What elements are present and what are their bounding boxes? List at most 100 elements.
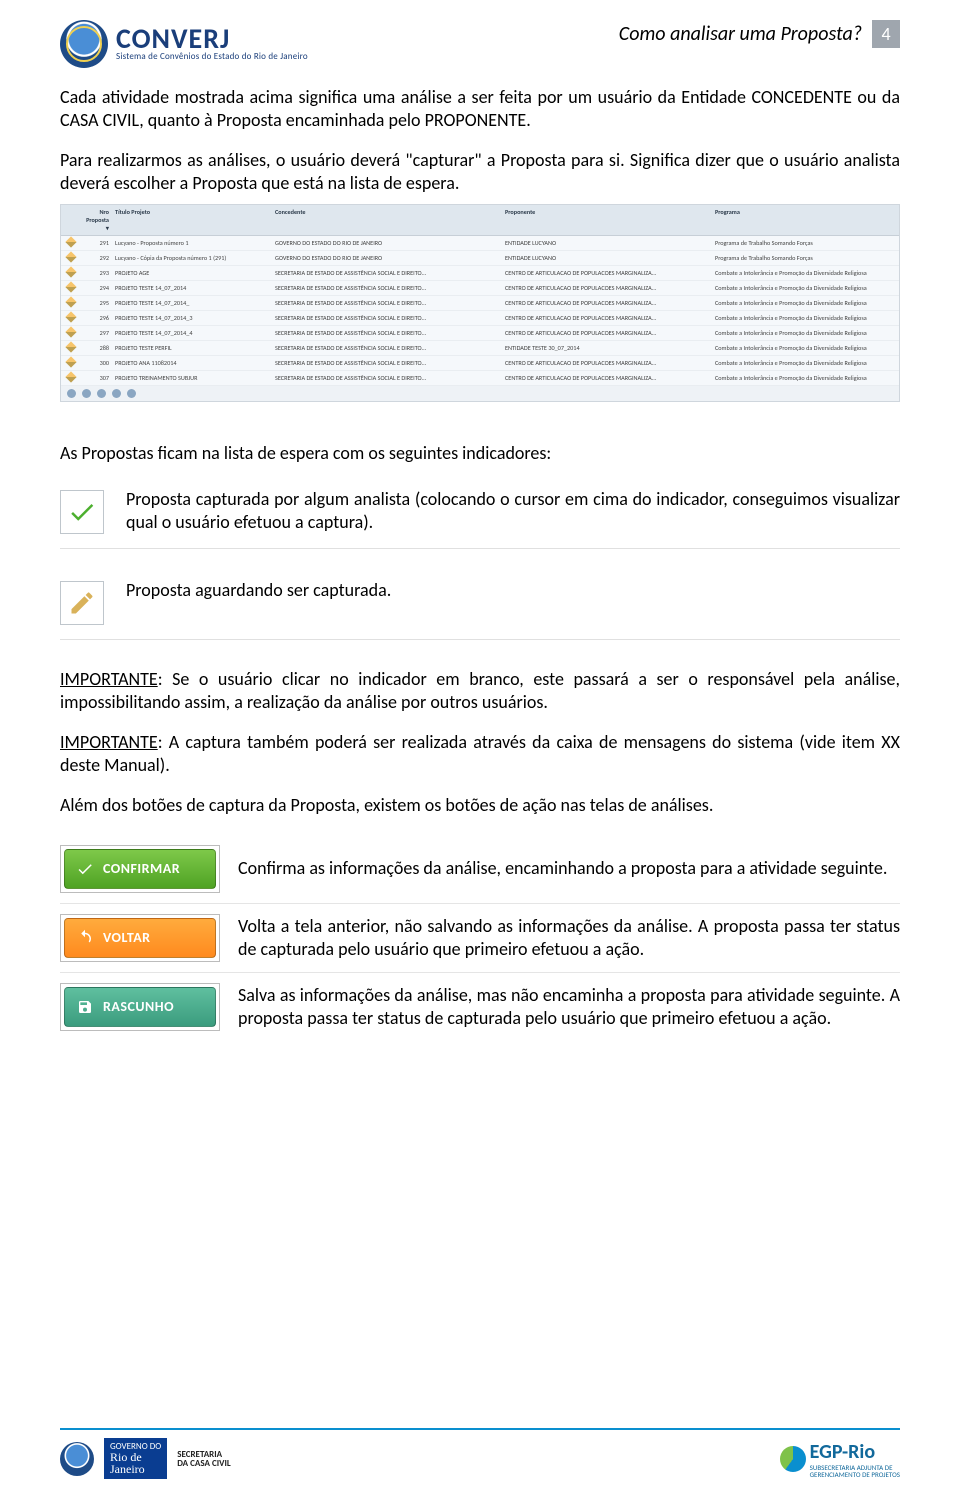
cell-proponente: CENTRO DE ARTICULACAO DE POPULACOES MARG…: [505, 359, 715, 367]
action-buttons-section: CONFIRMAR Confirma as informações da aná…: [60, 835, 900, 1041]
table-header-row: Nro Proposta ▾ Título Projeto Concedente…: [61, 205, 899, 236]
confirm-label: CONFIRMAR: [103, 860, 180, 877]
confirm-button-image: CONFIRMAR: [60, 845, 220, 893]
edit-pencil-icon: [65, 341, 76, 352]
col-programa: Programa: [715, 208, 893, 232]
cell-programa: Combate a Intolerância e Promoção da Div…: [715, 314, 893, 322]
pager-first-icon: [67, 389, 76, 398]
header-right: Como analisar uma Proposta? 4: [619, 20, 900, 48]
cell-concedente: GOVERNO DO ESTADO DO RIO DE JANEIRO: [275, 254, 505, 262]
footer-casa-civil: SECRETARIA DA CASA CIVIL: [177, 1450, 231, 1468]
important-label-1: IMPORTANTE: [60, 668, 158, 690]
table-row: 307PROJETO TREINAMENTO SUBJURSECRETARIA …: [61, 371, 899, 386]
cell-nro: 295: [85, 299, 115, 307]
egp-sub2: GERENCIAMENTO DE PROJETOS: [810, 1471, 900, 1478]
cell-programa: Programa de Trabalho Somando Forças: [715, 239, 893, 247]
cell-nro: 296: [85, 314, 115, 322]
cell-proponente: CENTRO DE ARTICULACAO DE POPULACOES MARG…: [505, 269, 715, 277]
cell-titulo: Lucyano - Cópia da Proposta número 1 (29…: [115, 254, 275, 262]
cell-programa: Combate a Intolerância e Promoção da Div…: [715, 344, 893, 352]
draft-button-image: RASCUNHO: [60, 983, 220, 1031]
cell-programa: Combate a Intolerância e Promoção da Div…: [715, 284, 893, 292]
col-proponente: Proponente: [505, 208, 715, 232]
cell-nro: 293: [85, 269, 115, 277]
logo-text: CONVERJ Sistema de Convênios do Estado d…: [116, 26, 308, 62]
indicators-heading: As Propostas ficam na lista de espera co…: [60, 442, 900, 464]
action-confirm: CONFIRMAR Confirma as informações da aná…: [60, 835, 900, 903]
cell-concedente: SECRETARIA DE ESTADO DE ASSISTÊNCIA SOCI…: [275, 329, 505, 337]
action-back: VOLTAR Volta a tela anterior, não salvan…: [60, 903, 900, 972]
cell-nro: 288: [85, 344, 115, 352]
cell-proponente: CENTRO DE ARTICULACAO DE POPULACOES MARG…: [505, 374, 715, 382]
table-row: 295PROJETO TESTE 14_07_2014_SECRETARIA D…: [61, 296, 899, 311]
check-white-icon: [75, 859, 95, 879]
cell-titulo: PROJETO AGE: [115, 269, 275, 277]
egp-name: EGP-Rio: [810, 1440, 900, 1464]
important-p1: IMPORTANTE: Se o usuário clicar no indic…: [60, 668, 900, 713]
page-header: CONVERJ Sistema de Convênios do Estado d…: [60, 20, 900, 68]
table-pager: [61, 386, 899, 401]
cell-concedente: SECRETARIA DE ESTADO DE ASSISTÊNCIA SOCI…: [275, 314, 505, 322]
cell-proponente: ENTIDADE LUCYANO: [505, 239, 715, 247]
intro-text: Cada atividade mostrada acima significa …: [60, 86, 900, 194]
cell-nro: 294: [85, 284, 115, 292]
indicator-captured-text: Proposta capturada por algum analista (c…: [126, 488, 900, 533]
cell-nro: 291: [85, 239, 115, 247]
cell-proponente: ENTIDADE LUCYANO: [505, 254, 715, 262]
egp-mark-icon: [780, 1446, 806, 1472]
draft-label: RASCUNHO: [103, 998, 174, 1015]
important-p3: Além dos botões de captura da Proposta, …: [60, 794, 900, 817]
table-row: 293PROJETO AGESECRETARIA DE ESTADO DE AS…: [61, 266, 899, 281]
cell-programa: Programa de Trabalho Somando Forças: [715, 254, 893, 262]
col-titulo: Título Projeto: [115, 208, 275, 232]
check-icon: [60, 490, 104, 534]
page-number-badge: 4: [872, 20, 900, 48]
cell-programa: Combate a Intolerância e Promoção da Div…: [715, 359, 893, 367]
cell-proponente: CENTRO DE ARTICULACAO DE POPULACOES MARG…: [505, 329, 715, 337]
logo-block: CONVERJ Sistema de Convênios do Estado d…: [60, 20, 308, 68]
state-seal-icon: [60, 20, 108, 68]
cell-nro: 292: [85, 254, 115, 262]
cell-titulo: PROJETO TESTE 14_07_2014: [115, 284, 275, 292]
edit-pencil-icon: [65, 251, 76, 262]
table-row: 300PROJETO ANA 11082014SECRETARIA DE EST…: [61, 356, 899, 371]
proposals-table-screenshot: Nro Proposta ▾ Título Projeto Concedente…: [60, 204, 900, 402]
intro-p2: Para realizarmos as análises, o usuário …: [60, 149, 900, 194]
table-row: 297PROJETO TESTE 14_07_2014_4SECRETARIA …: [61, 326, 899, 341]
back-label: VOLTAR: [103, 929, 151, 946]
cell-programa: Combate a Intolerância e Promoção da Div…: [715, 329, 893, 337]
brand-tagline: Sistema de Convênios do Estado do Rio de…: [116, 51, 308, 62]
edit-pencil-icon: [65, 356, 76, 367]
brand-name: CONVERJ: [116, 26, 308, 51]
cell-proponente: CENTRO DE ARTICULACAO DE POPULACOES MARG…: [505, 284, 715, 292]
cell-programa: Combate a Intolerância e Promoção da Div…: [715, 269, 893, 277]
edit-pencil-icon: [65, 266, 76, 277]
intro-p1: Cada atividade mostrada acima significa …: [60, 86, 900, 131]
cell-concedente: SECRETARIA DE ESTADO DE ASSISTÊNCIA SOCI…: [275, 344, 505, 352]
pager-refresh-icon: [127, 389, 136, 398]
indicator-pending: Proposta aguardando ser capturada.: [60, 569, 900, 639]
save-disk-icon: [75, 997, 95, 1017]
cell-concedente: SECRETARIA DE ESTADO DE ASSISTÊNCIA SOCI…: [275, 284, 505, 292]
pencil-icon: [60, 581, 104, 625]
pager-prev-icon: [82, 389, 91, 398]
important-text-1: : Se o usuário clicar no indicador em br…: [60, 668, 900, 713]
indicator-pending-text: Proposta aguardando ser capturada.: [126, 579, 391, 602]
important-label-2: IMPORTANTE: [60, 731, 158, 753]
casa-line2: DA CASA CIVIL: [177, 1459, 231, 1468]
cell-titulo: PROJETO TESTE 14_07_2014_3: [115, 314, 275, 322]
edit-pencil-icon: [65, 371, 76, 382]
pager-last-icon: [112, 389, 121, 398]
gov-line3: Janeiro: [110, 1463, 161, 1475]
cell-nro: 297: [85, 329, 115, 337]
cell-proponente: ENTIDADE TESTE 30_07_2014: [505, 344, 715, 352]
page-title: Como analisar uma Proposta?: [619, 22, 862, 46]
footer-gov-badge: GOVERNO DO Rio de Janeiro: [104, 1438, 167, 1479]
cell-proponente: CENTRO DE ARTICULACAO DE POPULACOES MARG…: [505, 299, 715, 307]
cell-nro: 300: [85, 359, 115, 367]
cell-titulo: PROJETO ANA 11082014: [115, 359, 275, 367]
cell-titulo: PROJETO TESTE PERFIL: [115, 344, 275, 352]
edit-pencil-icon: [65, 236, 76, 247]
edit-pencil-icon: [65, 311, 76, 322]
action-draft: RASCUNHO Salva as informações da análise…: [60, 972, 900, 1041]
